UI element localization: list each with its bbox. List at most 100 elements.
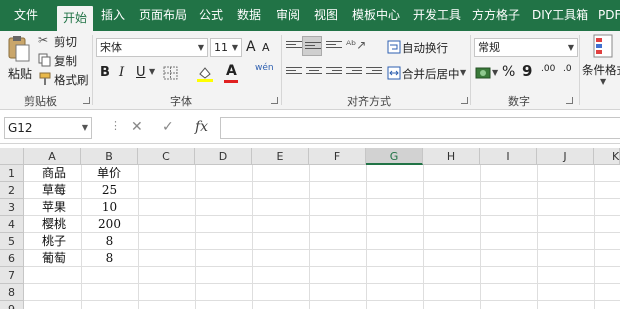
column-header-k[interactable]: K — [594, 148, 620, 165]
group-divider — [470, 35, 471, 105]
align-left-icon[interactable] — [286, 65, 302, 79]
column-header-c[interactable]: C — [138, 148, 195, 165]
merge-center-label[interactable]: 合并后居中 — [402, 66, 460, 82]
row-header-3[interactable]: 3 — [0, 199, 24, 216]
column-header-a[interactable]: A — [24, 148, 81, 165]
font-size-select[interactable]: 11 ▼ — [210, 38, 242, 57]
tab-formulas[interactable]: 公式 — [199, 0, 223, 31]
underline-button[interactable]: U — [136, 65, 146, 80]
cancel-icon[interactable]: ✕ — [131, 119, 143, 135]
phonetic-guide-icon[interactable]: wén — [255, 63, 274, 73]
chevron-down-icon[interactable]: ▼ — [149, 67, 155, 76]
tab-template-center[interactable]: 模板中心 — [352, 0, 400, 31]
align-center-icon[interactable] — [306, 65, 322, 79]
cell-b6[interactable]: 8 — [81, 250, 138, 267]
tab-insert[interactable]: 插入 — [101, 0, 125, 31]
row-header-7[interactable]: 7 — [0, 267, 24, 284]
grow-font-icon[interactable]: A — [246, 39, 256, 55]
shrink-font-icon[interactable]: A — [262, 41, 270, 54]
orientation-icon[interactable]: ᴬᵇ↗ — [346, 38, 366, 52]
decrease-indent-icon[interactable] — [346, 65, 362, 79]
spreadsheet-grid: A B C D E F G H I J K 1 2 3 4 5 6 7 8 9 … — [0, 148, 620, 309]
font-color-icon[interactable]: A — [226, 63, 237, 79]
cell-a1[interactable]: 商品 — [42, 165, 66, 182]
tab-review[interactable]: 审阅 — [276, 0, 300, 31]
copy-icon — [38, 53, 51, 67]
column-header-i[interactable]: I — [480, 148, 537, 165]
row-header-6[interactable]: 6 — [0, 250, 24, 267]
chevron-down-icon: ▼ — [81, 123, 88, 132]
paste-button[interactable]: 粘贴 — [6, 35, 34, 87]
more-options-icon[interactable]: ⋮ — [110, 119, 121, 132]
cell-a2[interactable]: 草莓 — [42, 182, 66, 199]
tab-diy-toolbox[interactable]: DIY工具箱 — [532, 0, 588, 31]
row-header-8[interactable]: 8 — [0, 284, 24, 301]
row-header-9[interactable]: 9 — [0, 301, 24, 309]
font-launcher-icon[interactable] — [271, 97, 278, 104]
chevron-down-icon[interactable]: ▼ — [460, 68, 466, 77]
chevron-down-icon[interactable]: ▼ — [492, 68, 498, 77]
increase-indent-icon[interactable] — [366, 65, 382, 79]
wrap-text-icon[interactable] — [387, 40, 401, 54]
align-top-icon[interactable] — [286, 39, 302, 53]
fill-color-icon[interactable] — [196, 65, 214, 82]
tab-view[interactable]: 视图 — [314, 0, 338, 31]
tab-fangfang-gezi[interactable]: 方方格子 — [472, 0, 520, 31]
row-header-1[interactable]: 1 — [0, 165, 24, 182]
row-header-5[interactable]: 5 — [0, 233, 24, 250]
column-header-b[interactable]: B — [81, 148, 138, 165]
wrap-text-label[interactable]: 自动换行 — [402, 40, 448, 56]
column-header-h[interactable]: H — [423, 148, 480, 165]
column-header-e[interactable]: E — [252, 148, 309, 165]
row-header-2[interactable]: 2 — [0, 182, 24, 199]
enter-icon[interactable]: ✓ — [162, 119, 174, 135]
align-middle-button[interactable] — [302, 36, 322, 56]
conditional-formatting-icon[interactable] — [593, 34, 615, 60]
select-all-corner[interactable] — [0, 148, 24, 165]
comma-style-button[interactable]: 9 — [522, 62, 532, 80]
name-box[interactable]: G12 ▼ — [4, 117, 92, 139]
cell-a6[interactable]: 葡萄 — [42, 250, 66, 267]
borders-icon[interactable] — [163, 66, 179, 80]
font-group-label: 字体 — [170, 95, 192, 108]
tab-developer[interactable]: 开发工具 — [413, 0, 461, 31]
menu-bar: 文件 开始 插入 页面布局 公式 数据 审阅 视图 模板中心 开发工具 方方格子… — [0, 0, 620, 31]
merge-center-icon[interactable] — [387, 66, 401, 80]
bold-button[interactable]: B — [100, 65, 110, 80]
clipboard-launcher-icon[interactable] — [83, 97, 90, 104]
percent-style-button[interactable]: % — [502, 64, 515, 80]
cell-a3[interactable]: 苹果 — [42, 199, 66, 216]
group-divider — [281, 35, 282, 105]
conditional-formatting-label[interactable]: 条件格式 — [582, 62, 620, 78]
cell-b4[interactable]: 200 — [81, 216, 138, 233]
italic-button[interactable]: I — [119, 65, 124, 80]
number-launcher-icon[interactable] — [566, 97, 573, 104]
tab-pdf[interactable]: PDF — [598, 0, 620, 31]
column-header-d[interactable]: D — [195, 148, 252, 165]
cell-a5[interactable]: 桃子 — [42, 233, 66, 250]
decrease-decimal-button[interactable]: .0 — [563, 64, 572, 74]
align-bottom-icon[interactable] — [326, 39, 342, 53]
row-header-4[interactable]: 4 — [0, 216, 24, 233]
cell-a4[interactable]: 樱桃 — [42, 216, 66, 233]
column-header-j[interactable]: J — [537, 148, 594, 165]
cell-b1[interactable]: 单价 — [97, 165, 121, 182]
formula-input[interactable] — [220, 117, 620, 139]
alignment-launcher-icon[interactable] — [461, 97, 468, 104]
font-name-select[interactable]: 宋体 ▼ — [96, 38, 208, 57]
column-header-g[interactable]: G — [366, 148, 423, 165]
chevron-down-icon[interactable]: ▼ — [600, 77, 606, 86]
number-format-select[interactable]: 常规 ▼ — [474, 38, 578, 57]
increase-decimal-button[interactable]: .00 — [541, 64, 555, 74]
tab-home[interactable]: 开始 — [57, 6, 94, 31]
align-right-icon[interactable] — [326, 65, 342, 79]
accounting-format-icon[interactable] — [475, 66, 491, 80]
cell-b5[interactable]: 8 — [81, 233, 138, 250]
cell-b3[interactable]: 10 — [81, 199, 138, 216]
tab-file[interactable]: 文件 — [14, 0, 38, 31]
column-header-f[interactable]: F — [309, 148, 366, 165]
tab-page-layout[interactable]: 页面布局 — [139, 0, 187, 31]
insert-function-icon[interactable]: fx — [195, 119, 208, 135]
tab-data[interactable]: 数据 — [237, 0, 261, 31]
cell-b2[interactable]: 25 — [81, 182, 138, 199]
